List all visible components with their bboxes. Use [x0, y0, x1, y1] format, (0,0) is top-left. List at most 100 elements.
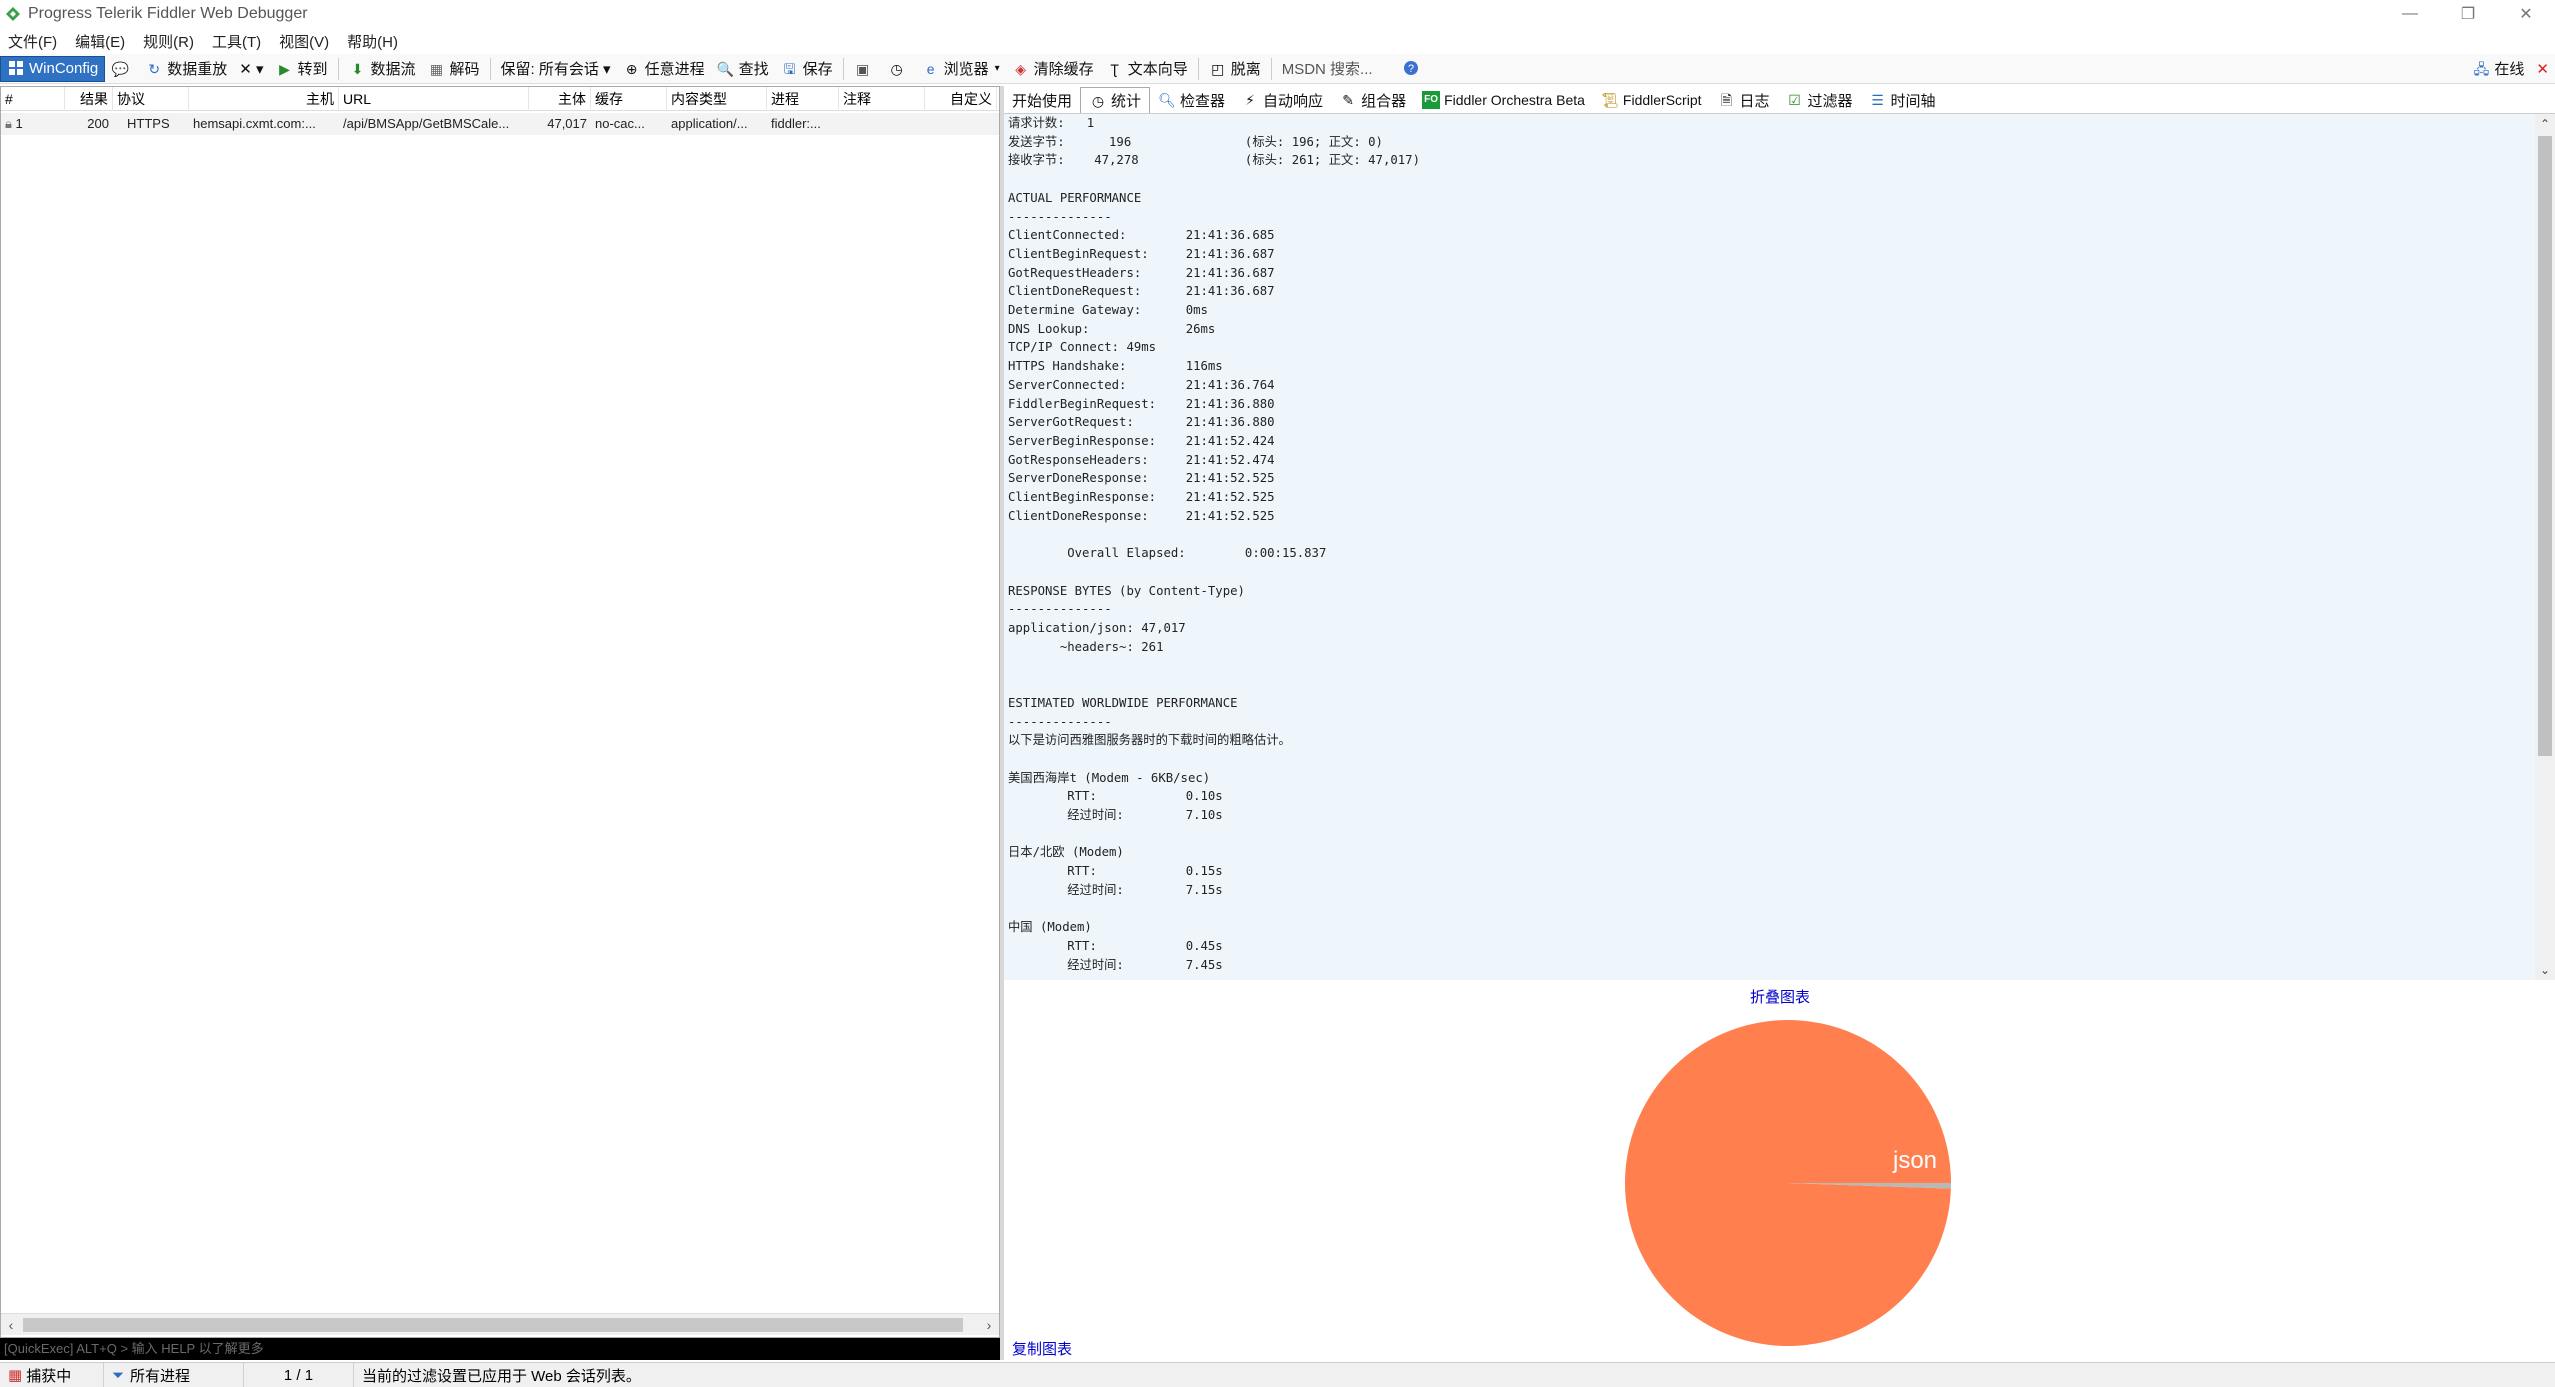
vertical-scrollbar[interactable]: ⌃ ⌄ — [2535, 114, 2555, 980]
close-window-button[interactable]: ✕ — [2497, 0, 2555, 28]
capturing-toggle[interactable]: ▦ 捕获中 — [0, 1362, 104, 1387]
pie-label-json: json — [1892, 1147, 1937, 1174]
session-list-header: # 结果 协议 主机 URL 主体 缓存 内容类型 进程 注释 自定义 — [1, 87, 999, 111]
column-caching[interactable]: 缓存 — [591, 87, 667, 111]
any-process-button[interactable]: ⊕ 任意进程 — [617, 56, 711, 82]
column-protocol[interactable]: 协议 — [113, 87, 189, 111]
help-button[interactable]: ? — [1396, 56, 1430, 82]
column-host[interactable]: 主机 — [189, 87, 339, 111]
menu-view[interactable]: 视图(V) — [279, 31, 329, 52]
tab-autoresponder[interactable]: ⚡︎ 自动响应 — [1233, 87, 1331, 113]
windows-icon — [7, 60, 25, 78]
column-body[interactable]: 主体 — [529, 87, 591, 111]
menu-rules[interactable]: 规则(R) — [143, 31, 194, 52]
toolbar-separator — [1270, 57, 1272, 80]
stream-button[interactable]: ⬇ 数据流 — [343, 56, 422, 82]
session-host-cell: hemsapi.cxmt.com:... — [193, 116, 316, 131]
decode-button[interactable]: ▦ 解码 — [422, 56, 486, 82]
stopwatch-icon: ◷ — [1091, 92, 1105, 109]
column-number[interactable]: # — [1, 87, 65, 111]
column-custom[interactable]: 自定义 — [925, 87, 997, 111]
session-protocol-cell: HTTPS — [127, 116, 170, 131]
timeline-icon: ☰ — [1871, 92, 1884, 108]
log-document-icon: 🗎 — [1720, 92, 1733, 108]
column-result[interactable]: 结果 — [65, 87, 113, 111]
session-process-cell: fiddler:... — [771, 116, 821, 131]
menu-edit[interactable]: 编辑(E) — [75, 31, 125, 52]
msdn-search-input[interactable]: MSDN 搜索... — [1276, 58, 1396, 80]
session-content-type-cell: application/... — [671, 116, 748, 131]
clear-cache-button[interactable]: ◈ 清除缓存 — [1006, 56, 1100, 82]
scroll-down-icon[interactable]: ⌄ — [2535, 960, 2555, 980]
quickexec-input[interactable]: [QuickExec] ALT+Q > 输入 HELP 以了解更多 — [0, 1338, 1000, 1360]
session-https-lock-icon: 🔒︎ — [5, 116, 12, 131]
help-icon: ? — [1402, 60, 1420, 78]
camera-button[interactable]: ▣ — [848, 56, 882, 82]
ie-browser-icon: e — [926, 60, 935, 77]
statistics-text: 请求计数: 1 发送字节: 196 (标头: 196; 正文: 0) 接收字节:… — [1008, 116, 1420, 972]
comment-button[interactable]: 💬 — [105, 56, 139, 82]
session-number-cell: 🔒︎ 1 — [5, 116, 23, 131]
column-process[interactable]: 进程 — [767, 87, 839, 111]
scroll-left-icon[interactable]: ‹ — [1, 1314, 21, 1336]
copy-chart-link[interactable]: 复制图表 — [1012, 1338, 1072, 1359]
collapse-chart-link[interactable]: 折叠图表 — [1750, 986, 1810, 1007]
minimize-button[interactable]: — — [2381, 0, 2439, 28]
tab-statistics[interactable]: ◷ 统计 — [1080, 87, 1151, 113]
column-url[interactable]: URL — [339, 87, 529, 111]
tab-composer[interactable]: ✎ 组合器 — [1331, 87, 1414, 113]
column-content-type[interactable]: 内容类型 — [667, 87, 767, 111]
restore-button[interactable]: ❐ — [2439, 0, 2497, 28]
inspector-icon: 🔍︎ — [1158, 92, 1176, 108]
winconfig-button[interactable]: WinConfig — [0, 55, 106, 82]
tab-log[interactable]: 🗎 日志 — [1710, 87, 1778, 113]
content-type-pie-chart: json — [1625, 1020, 1951, 1347]
save-button[interactable]: 🖫 保存 — [775, 56, 839, 82]
scroll-right-icon[interactable]: › — [979, 1314, 999, 1336]
stream-down-icon: ⬇ — [351, 60, 364, 77]
tearoff-button[interactable]: ◰ 脱离 — [1203, 56, 1267, 82]
network-online-icon: 🖧 — [2473, 60, 2490, 77]
clock-icon: ◷ — [890, 60, 903, 77]
text-wizard-button[interactable]: Ʈ 文本向导 — [1100, 56, 1194, 82]
chart-area: json 折叠图表 复制图表 — [1004, 980, 2555, 1362]
browse-button[interactable]: e 浏览器 ▾ — [916, 56, 1006, 82]
scroll-up-icon[interactable]: ⌃ — [2535, 114, 2555, 134]
horizontal-scrollbar[interactable]: ‹ › — [1, 1313, 999, 1335]
camera-icon: ▣ — [856, 60, 870, 77]
tab-inspectors[interactable]: 🔍︎ 检查器 — [1150, 87, 1233, 113]
fo-icon: FO — [1422, 91, 1441, 109]
toolbar-separator — [337, 57, 339, 80]
keep-sessions-dropdown[interactable]: 保留: 所有会话 ▾ — [495, 56, 617, 82]
tab-orchestra[interactable]: FO Fiddler Orchestra Beta — [1414, 87, 1593, 113]
menu-help[interactable]: 帮助(H) — [347, 31, 398, 52]
replay-button[interactable]: ↻ 数据重放 — [139, 56, 233, 82]
scrollbar-thumb[interactable] — [2538, 136, 2552, 756]
go-button[interactable]: ▶ 转到 — [269, 56, 333, 82]
menu-tools[interactable]: 工具(T) — [212, 31, 261, 52]
tab-timeline[interactable]: ☰ 时间轴 — [1861, 87, 1944, 113]
column-comments[interactable]: 注释 — [839, 87, 925, 111]
find-button[interactable]: 🔍 查找 — [711, 56, 775, 82]
clear-cache-icon: ◈ — [1015, 60, 1027, 77]
scrollbar-thumb[interactable] — [23, 1318, 963, 1332]
binoculars-icon: 🔍 — [716, 60, 735, 77]
remove-dropdown[interactable]: ✕ ▾ — [233, 56, 269, 82]
process-filter[interactable]: ⏷ 所有进程 — [104, 1362, 244, 1387]
timer-button[interactable]: ◷ — [882, 56, 916, 82]
tab-fiddlerscript[interactable]: 📜︎ FiddlerScript — [1593, 87, 1710, 113]
tab-get-started[interactable]: 开始使用 — [1004, 87, 1080, 113]
lightning-icon: ⚡︎ — [1245, 92, 1255, 108]
decode-grid-icon: ▦ — [429, 60, 444, 77]
toolbar-separator — [1197, 57, 1199, 80]
close-toolbar-button[interactable]: ✕ — [2530, 56, 2555, 82]
menu-file[interactable]: 文件(F) — [8, 31, 57, 52]
svg-text:?: ? — [1408, 63, 1414, 75]
session-count: 1 / 1 — [244, 1362, 354, 1387]
online-indicator[interactable]: 🖧 在线 — [2466, 56, 2530, 82]
statistics-panel[interactable]: 请求计数: 1 发送字节: 196 (标头: 196; 正文: 0) 接收字节:… — [1004, 114, 2535, 980]
table-row[interactable]: 🔒︎ 1 200 HTTPS hemsapi.cxmt.com:... /api… — [1, 113, 999, 135]
window-title: Progress Telerik Fiddler Web Debugger — [28, 5, 308, 22]
toolbar: WinConfig 💬 ↻ 数据重放 ✕ ▾ ▶ 转到 ⬇ 数据流 ▦ 解码 保… — [0, 54, 2555, 84]
tab-filters[interactable]: ☑ 过滤器 — [1778, 87, 1861, 113]
